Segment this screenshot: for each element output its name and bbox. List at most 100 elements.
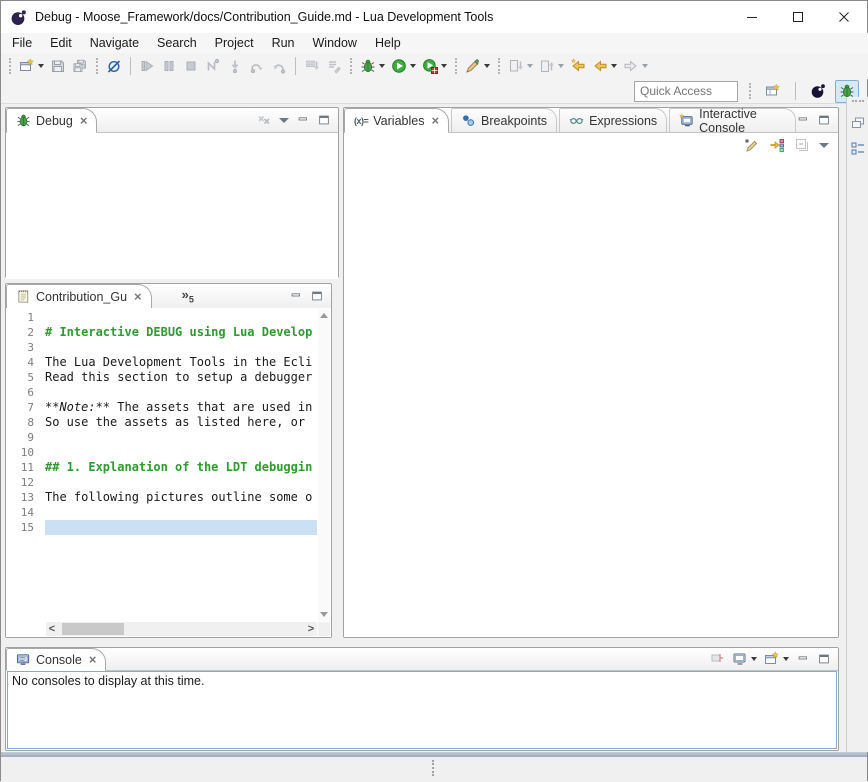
outline-view-button[interactable] xyxy=(850,141,866,157)
use-step-filters-button[interactable] xyxy=(323,56,345,76)
menu-edit[interactable]: Edit xyxy=(41,34,81,52)
close-tab-icon[interactable]: × xyxy=(89,653,97,666)
external-tools-button[interactable] xyxy=(462,56,493,76)
dropdown-arrow-icon[interactable] xyxy=(410,64,416,68)
show-logical-structure-button[interactable] xyxy=(769,137,785,153)
editor-vertical-scrollbar[interactable] xyxy=(318,309,330,621)
quick-access-input[interactable] xyxy=(634,81,738,102)
close-tab-icon[interactable]: × xyxy=(80,114,88,127)
debug-view-content[interactable] xyxy=(6,133,338,279)
open-perspective-button[interactable] xyxy=(762,81,784,102)
tab-expressions[interactable]: Expressions xyxy=(559,108,667,132)
dropdown-arrow-icon[interactable] xyxy=(38,64,44,68)
maximize-view-button[interactable] xyxy=(817,113,831,127)
coverage-button[interactable] xyxy=(419,56,450,76)
menu-project[interactable]: Project xyxy=(206,34,263,52)
editor-line[interactable]: 4The Lua Development Tools in the Ecli xyxy=(6,355,317,370)
drop-to-frame-button[interactable] xyxy=(301,56,323,76)
tab-variables[interactable]: (x)= Variables × xyxy=(344,108,449,133)
minimize-window-button[interactable] xyxy=(729,1,775,33)
editor-line[interactable]: 11## 1. Explanation of the LDT debuggin xyxy=(6,460,317,475)
close-window-button[interactable] xyxy=(821,1,867,33)
menu-help[interactable]: Help xyxy=(366,34,410,52)
previous-annotation-button[interactable] xyxy=(536,56,567,76)
back-button[interactable] xyxy=(589,56,620,76)
dropdown-arrow-icon[interactable] xyxy=(783,657,789,661)
tab-debug[interactable]: Debug × xyxy=(6,108,97,133)
editor-line[interactable]: 6 xyxy=(6,385,317,400)
dropdown-arrow-icon[interactable] xyxy=(558,64,564,68)
maximize-view-button[interactable] xyxy=(310,289,324,303)
step-return-button[interactable] xyxy=(268,56,290,76)
menu-search[interactable]: Search xyxy=(148,34,206,52)
scroll-track[interactable] xyxy=(58,622,305,636)
menu-navigate[interactable]: Navigate xyxy=(81,34,148,52)
scroll-up-icon[interactable] xyxy=(320,313,328,318)
editor-code-area[interactable]: 12# Interactive DEBUG using Lua Develop3… xyxy=(6,310,317,621)
debug-button[interactable] xyxy=(357,56,388,76)
dropdown-arrow-icon[interactable] xyxy=(484,64,490,68)
step-into-button[interactable] xyxy=(224,56,246,76)
step-over-button[interactable] xyxy=(246,56,268,76)
new-wizard-button[interactable] xyxy=(16,56,47,76)
suspend-button[interactable] xyxy=(158,56,180,76)
maximize-window-button[interactable] xyxy=(775,1,821,33)
save-button[interactable] xyxy=(47,56,69,76)
close-tab-icon[interactable]: × xyxy=(431,114,439,127)
view-menu-button[interactable] xyxy=(819,143,829,148)
tab-contribution-guide[interactable]: Contribution_Gu × xyxy=(6,284,152,309)
close-tab-icon[interactable]: × xyxy=(134,290,142,303)
maximize-view-button[interactable] xyxy=(317,113,331,127)
menu-file[interactable]: File xyxy=(3,34,41,52)
dropdown-arrow-icon[interactable] xyxy=(527,64,533,68)
menu-window[interactable]: Window xyxy=(304,34,366,52)
open-console-button[interactable] xyxy=(764,651,789,667)
dropdown-arrow-icon[interactable] xyxy=(751,657,757,661)
run-button[interactable] xyxy=(388,56,419,76)
editor-line[interactable]: 9 xyxy=(6,430,317,445)
tab-console[interactable]: Console × xyxy=(6,648,106,671)
lua-perspective-button[interactable] xyxy=(807,81,829,102)
variables-content[interactable] xyxy=(344,156,838,637)
minimize-view-button[interactable] xyxy=(289,289,303,303)
scroll-left-icon[interactable]: < xyxy=(46,622,58,636)
editor-line[interactable]: 12 xyxy=(6,475,317,490)
collapse-all-button[interactable] xyxy=(794,137,810,153)
hidden-editors-chevron[interactable]: »5 xyxy=(182,287,194,305)
minimize-view-button[interactable] xyxy=(796,652,810,666)
editor-line[interactable]: 10 xyxy=(6,445,317,460)
dropdown-arrow-icon[interactable] xyxy=(441,64,447,68)
last-edit-location-button[interactable] xyxy=(567,56,589,76)
menu-run[interactable]: Run xyxy=(263,34,304,52)
editor-line[interactable]: 14 xyxy=(6,505,317,520)
terminate-button[interactable] xyxy=(180,56,202,76)
editor-line[interactable]: 8So use the assets as listed here, or xyxy=(6,415,317,430)
editor-line[interactable]: 5Read this section to setup a debugger xyxy=(6,370,317,385)
skip-all-breakpoints-button[interactable] xyxy=(103,56,125,76)
minimize-view-button[interactable] xyxy=(796,113,810,127)
tab-breakpoints[interactable]: Breakpoints xyxy=(451,108,557,132)
dropdown-arrow-icon[interactable] xyxy=(642,64,648,68)
view-menu-button[interactable] xyxy=(279,118,289,123)
scroll-down-icon[interactable] xyxy=(320,612,328,617)
minimize-view-button[interactable] xyxy=(296,113,310,127)
console-content[interactable]: No consoles to display at this time. xyxy=(7,671,837,749)
pin-console-button[interactable] xyxy=(709,651,725,667)
editor-horizontal-scrollbar[interactable]: < > xyxy=(46,622,317,636)
editor-line[interactable]: 3 xyxy=(6,340,317,355)
show-type-names-button[interactable] xyxy=(744,137,760,153)
scroll-thumb[interactable] xyxy=(62,623,124,635)
editor-line[interactable]: 15 xyxy=(6,520,317,535)
display-selected-console-button[interactable] xyxy=(732,651,757,667)
status-drag-handle[interactable] xyxy=(432,760,437,776)
forward-button[interactable] xyxy=(620,56,651,76)
strip-drag-handle[interactable] xyxy=(852,100,864,105)
editor-line[interactable]: 2# Interactive DEBUG using Lua Develop xyxy=(6,325,317,340)
scroll-right-icon[interactable]: > xyxy=(305,622,317,636)
disconnect-button[interactable] xyxy=(202,56,224,76)
restore-view-button[interactable] xyxy=(850,115,866,131)
remove-all-terminated-button[interactable] xyxy=(256,112,272,128)
resume-button[interactable] xyxy=(136,56,158,76)
editor-line[interactable]: 13The following pictures outline some o xyxy=(6,490,317,505)
save-all-button[interactable] xyxy=(69,56,91,76)
